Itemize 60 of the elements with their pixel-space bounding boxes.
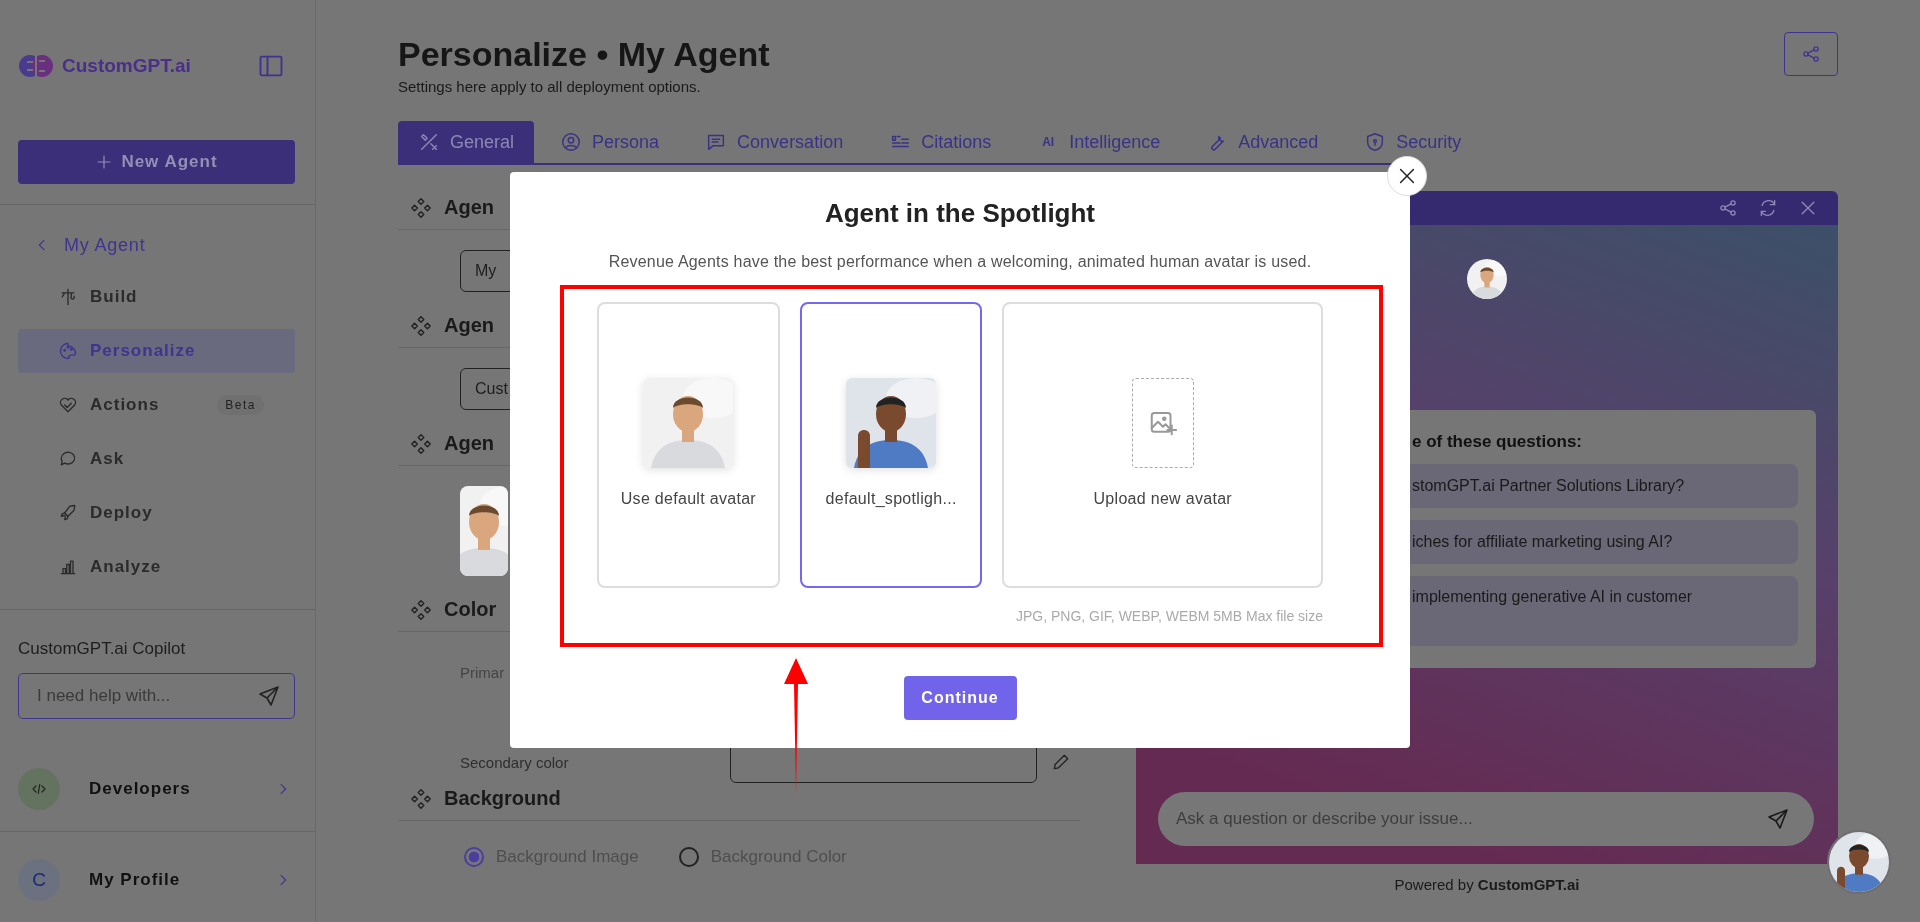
ai-icon: AI: [1037, 135, 1060, 150]
option-label: Use default avatar: [620, 490, 756, 508]
continue-button[interactable]: Continue: [903, 676, 1017, 720]
section-icon: [410, 432, 432, 455]
user-icon: [560, 131, 583, 154]
share-button[interactable]: [1784, 32, 1838, 76]
beta-badge: Beta: [217, 395, 265, 415]
tab[interactable]: General: [398, 121, 535, 164]
radio-button[interactable]: [464, 847, 484, 868]
chat-input-field[interactable]: Ask a question or describe your issue...: [1158, 792, 1814, 847]
developers-link[interactable]: Developers: [18, 767, 291, 811]
copilot-title: CustomGPT.ai Copilot: [18, 639, 187, 659]
copilot-input-field[interactable]: I need help with...: [18, 673, 295, 719]
modal-title: Agent in the Spotlight: [823, 198, 1097, 229]
field-label: Secondary color: [460, 753, 570, 771]
tab[interactable]: Security: [1344, 121, 1482, 164]
questions-prompt: e of these questions:: [1411, 432, 1584, 453]
back-link[interactable]: My Agent: [34, 225, 315, 265]
share-icon[interactable]: [1718, 198, 1738, 219]
avatar-initial: C: [18, 859, 60, 901]
avatar-option-card[interactable]: default_spotligh...: [799, 302, 983, 588]
nav-item[interactable]: Analyze: [18, 545, 295, 589]
modal-description: Revenue Agents have the best performance when a welcoming, animated human avatar is used.: [607, 253, 1313, 271]
powered-by-text: Powered by CustomGPT.ai: [1393, 876, 1581, 894]
radio-button[interactable]: [678, 847, 699, 868]
page-subtitle: Settings here apply to all deployment options.: [398, 78, 702, 96]
section-heading: Color: [444, 598, 497, 622]
avatar-option-card[interactable]: Use default avatar: [597, 302, 780, 588]
profile-link[interactable]: C My Profile: [18, 858, 291, 902]
nav-item[interactable]: Ask: [18, 437, 295, 481]
section-icon: [410, 787, 432, 810]
new-agent-button[interactable]: New Agent: [18, 140, 295, 184]
logo-text: CustomGPT.ai: [62, 55, 191, 77]
section-heading: Background: [444, 787, 561, 811]
tab[interactable]: AI Intelligence: [1017, 121, 1181, 164]
send-icon[interactable]: [1766, 807, 1790, 832]
section-icon: [410, 314, 432, 337]
refresh-icon[interactable]: [1758, 198, 1778, 219]
heart-icon: [58, 395, 78, 415]
page-title: Personalize • My Agent: [398, 36, 770, 74]
palette-icon: [58, 341, 78, 361]
nav-item[interactable]: Deploy: [18, 491, 295, 535]
nav-item[interactable]: Build: [18, 275, 295, 319]
section-icon: [410, 196, 432, 219]
tab[interactable]: Advanced: [1186, 121, 1339, 164]
close-button[interactable]: [1387, 156, 1427, 196]
section-heading: Agen: [444, 314, 494, 338]
section-icon: [410, 598, 432, 621]
option-label: default_spotligh...: [825, 490, 957, 508]
section-heading: Agen: [444, 432, 494, 456]
send-icon[interactable]: [257, 684, 281, 708]
section-heading: Agen: [444, 196, 494, 220]
tab[interactable]: Persona: [540, 121, 680, 164]
tab[interactable]: Conversation: [685, 121, 864, 164]
nav-item[interactable]: Actions Beta: [18, 383, 295, 427]
avatar-option-card[interactable]: Upload new avatar: [1002, 302, 1323, 588]
upload-dropzone[interactable]: [1131, 378, 1194, 468]
rocket-icon: [58, 503, 78, 523]
tab[interactable]: Citations: [869, 121, 1012, 164]
share-icon: [1801, 44, 1821, 64]
